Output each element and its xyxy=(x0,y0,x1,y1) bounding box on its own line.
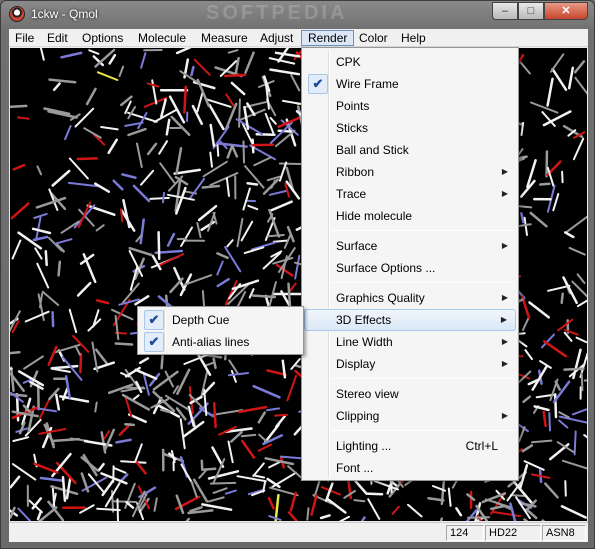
maximize-button[interactable]: □ xyxy=(518,2,544,20)
render-3d-effects[interactable]: 3D Effects ▶ xyxy=(304,309,516,331)
menu-separator xyxy=(332,282,515,283)
render-surface[interactable]: Surface ▶ xyxy=(304,235,516,257)
status-bar: 124 HD22 ASN8 xyxy=(9,522,588,542)
effect-anti-alias-lines[interactable]: ✔ Anti-alias lines xyxy=(140,331,301,353)
render-wire-frame[interactable]: ✔ Wire Frame xyxy=(304,73,516,95)
menu-bar: File Edit Options Molecule Measure Adjus… xyxy=(9,29,588,47)
render-font[interactable]: Font ... xyxy=(304,457,516,479)
submenu-arrow-icon: ▶ xyxy=(501,241,508,250)
submenu-arrow-icon: ▶ xyxy=(501,167,508,176)
effect-depth-cue[interactable]: ✔ Depth Cue xyxy=(140,309,301,331)
submenu-arrow-icon: ▶ xyxy=(501,411,508,420)
menu-color[interactable]: Color xyxy=(353,30,394,46)
render-ribbon[interactable]: Ribbon ▶ xyxy=(304,161,516,183)
menu-separator xyxy=(332,378,515,379)
close-button[interactable]: ✕ xyxy=(544,2,588,20)
menu-separator xyxy=(332,230,515,231)
checkmark-icon: ✔ xyxy=(144,310,164,330)
submenu-arrow-icon: ▶ xyxy=(500,315,507,324)
checkmark-icon: ✔ xyxy=(144,332,164,352)
title-bar[interactable]: 1ckw - Qmol SOFTPEDIA – □ ✕ xyxy=(1,1,594,27)
status-atom-name: HD22 xyxy=(485,525,541,541)
render-menu: CPK ✔ Wire Frame Points Sticks Ball and S… xyxy=(301,47,519,481)
render-hide-molecule[interactable]: Hide molecule xyxy=(304,205,516,227)
render-sticks[interactable]: Sticks xyxy=(304,117,516,139)
render-trace[interactable]: Trace ▶ xyxy=(304,183,516,205)
minimize-button[interactable]: – xyxy=(492,2,518,20)
menu-options[interactable]: Options xyxy=(76,30,129,46)
submenu-arrow-icon: ▶ xyxy=(501,189,508,198)
render-graphics-quality[interactable]: Graphics Quality ▶ xyxy=(304,287,516,309)
render-display[interactable]: Display ▶ xyxy=(304,353,516,375)
menu-edit[interactable]: Edit xyxy=(41,30,74,46)
submenu-arrow-icon: ▶ xyxy=(501,337,508,346)
3d-effects-submenu: ✔ Depth Cue ✔ Anti-alias lines xyxy=(137,306,304,355)
render-stereo-view[interactable]: Stereo view xyxy=(304,383,516,405)
menu-adjust[interactable]: Adjust xyxy=(254,30,299,46)
submenu-arrow-icon: ▶ xyxy=(501,359,508,368)
submenu-arrow-icon: ▶ xyxy=(501,293,508,302)
render-ball-and-stick[interactable]: Ball and Stick xyxy=(304,139,516,161)
render-clipping[interactable]: Clipping ▶ xyxy=(304,405,516,427)
render-surface-options[interactable]: Surface Options ... xyxy=(304,257,516,279)
status-residue: ASN8 xyxy=(542,525,586,541)
qmol-app-icon[interactable] xyxy=(9,6,25,22)
app-window: 1ckw - Qmol SOFTPEDIA – □ ✕ File Edit Op… xyxy=(0,0,595,549)
menu-help[interactable]: Help xyxy=(395,30,432,46)
caption-buttons: – □ ✕ xyxy=(492,2,588,20)
render-line-width[interactable]: Line Width ▶ xyxy=(304,331,516,353)
window-title: 1ckw - Qmol xyxy=(31,7,98,21)
menu-render[interactable]: Render xyxy=(301,30,355,46)
menu-molecule[interactable]: Molecule xyxy=(132,30,192,46)
softpedia-watermark: SOFTPEDIA xyxy=(206,2,348,24)
menu-separator xyxy=(332,430,515,431)
render-cpk[interactable]: CPK xyxy=(304,51,516,73)
status-atom-index: 124 xyxy=(446,525,484,541)
render-lighting[interactable]: Lighting ... Ctrl+L xyxy=(304,435,516,457)
checkmark-icon: ✔ xyxy=(308,74,328,94)
lighting-shortcut: Ctrl+L xyxy=(465,439,498,453)
menu-measure[interactable]: Measure xyxy=(195,30,254,46)
render-points[interactable]: Points xyxy=(304,95,516,117)
menu-file[interactable]: File xyxy=(9,30,40,46)
